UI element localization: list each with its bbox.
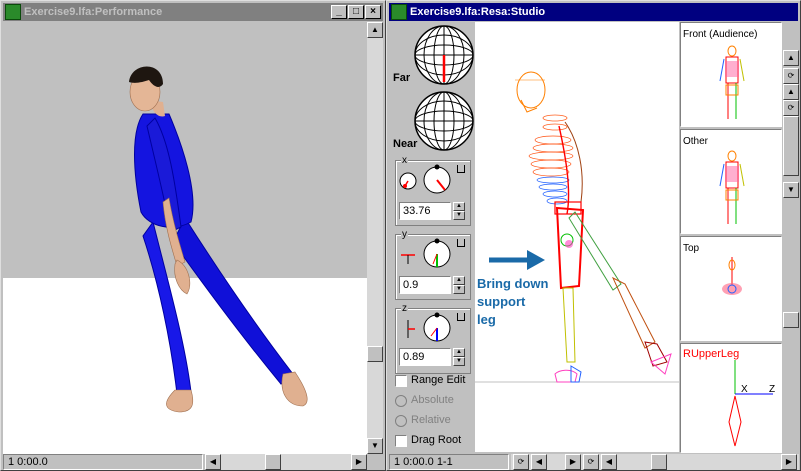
- performance-status: 1 0:00.0: [3, 454, 203, 470]
- performance-hscrollbar[interactable]: ◀ ▶: [205, 454, 367, 470]
- near-label: Near: [393, 138, 418, 150]
- x-small-dial-icon[interactable]: [397, 170, 419, 192]
- scroll-right-button[interactable]: ▶: [351, 454, 367, 470]
- drag-root-label: Drag Root: [411, 434, 462, 446]
- z-spin-up[interactable]: ▲: [453, 348, 465, 357]
- dancer-figure: [129, 66, 308, 413]
- studio-viewport[interactable]: Bring down support leg: [475, 22, 679, 452]
- scroll-up-button-2[interactable]: ▲: [783, 84, 799, 100]
- performance-titlebar[interactable]: Exercise9.lfa:Performance _ □ ×: [3, 3, 383, 21]
- z-axis-label: z: [401, 303, 408, 314]
- thumbnail-top-label: Top: [683, 243, 700, 254]
- studio-title: Exercise9.lfa:Resa:Studio: [410, 6, 546, 18]
- top-skeleton-thumb: [722, 257, 742, 295]
- x-lock-icon[interactable]: [457, 165, 465, 173]
- hscroll-thumb[interactable]: [651, 454, 667, 470]
- scroll-thumb-2[interactable]: [783, 312, 799, 328]
- annotation-line-3: leg: [477, 312, 496, 327]
- thumbnail-front-label: Front (Audience): [683, 29, 758, 40]
- performance-vscrollbar[interactable]: ▲ ▼: [367, 22, 383, 454]
- thumbnail-top[interactable]: Top: [680, 236, 782, 341]
- z-lock-icon[interactable]: [457, 313, 465, 321]
- joint-axis-x-label: X: [741, 384, 748, 395]
- maximize-button[interactable]: □: [348, 5, 364, 19]
- minimize-button[interactable]: _: [331, 5, 347, 19]
- hscroll-thumb[interactable]: [265, 454, 281, 470]
- thumbnail-other[interactable]: Other: [680, 129, 782, 234]
- performance-window[interactable]: Exercise9.lfa:Performance _ □ × ▲ ▼ 1 0:…: [0, 0, 386, 471]
- relative-label: Relative: [411, 414, 451, 426]
- scroll-up-button[interactable]: ▲: [367, 22, 383, 38]
- range-edit-label: Range Edit: [411, 374, 466, 386]
- scroll-left-button[interactable]: ◀: [601, 454, 617, 470]
- studio-vscrollbar[interactable]: ▲ ⟳ ▲ ⟳ ▼: [783, 22, 799, 452]
- scroll-thumb[interactable]: [783, 116, 799, 176]
- y-spin-up[interactable]: ▲: [453, 276, 465, 285]
- scroll-up-button[interactable]: ▲: [783, 50, 799, 66]
- control-panel: Far Near x 33.76 ▲ ▼ y 0.9 ▲ ▼ z 0.89 ▲ …: [389, 22, 475, 454]
- z-rotation-dial[interactable]: [421, 312, 453, 344]
- x-value-input[interactable]: 33.76: [399, 202, 451, 220]
- thumbnail-front[interactable]: Front (Audience): [680, 22, 782, 127]
- rotate-icon[interactable]: ⟳: [783, 68, 799, 84]
- y-small-axis-icon[interactable]: [397, 244, 419, 266]
- absolute-label: Absolute: [411, 394, 454, 406]
- thumbnail-other-label: Other: [683, 136, 709, 147]
- y-lock-icon[interactable]: [457, 239, 465, 247]
- front-skeleton-thumb: [719, 45, 745, 119]
- relative-radio[interactable]: [395, 415, 407, 427]
- studio-titlebar[interactable]: Exercise9.lfa:Resa:Studio: [389, 3, 798, 21]
- scroll-down-button[interactable]: ▼: [783, 182, 799, 198]
- z-small-axis-icon[interactable]: [397, 318, 419, 340]
- x-spin-up[interactable]: ▲: [453, 202, 465, 211]
- joint-axis-z-label: Z: [769, 384, 776, 395]
- scroll-right-button[interactable]: ▶: [781, 454, 797, 470]
- app-icon[interactable]: [391, 4, 407, 20]
- annotation-line-1: Bring down: [477, 276, 549, 291]
- close-button[interactable]: ×: [365, 5, 381, 19]
- studio-status: 1 0:00.0 1-1: [389, 454, 509, 470]
- rotate-icon[interactable]: ⟳: [513, 454, 529, 470]
- y-axis-label: y: [401, 229, 408, 240]
- annotation-line-2: support: [477, 294, 526, 309]
- near-view-sphere[interactable]: [413, 90, 475, 152]
- performance-title: Exercise9.lfa:Performance: [24, 6, 163, 18]
- app-icon[interactable]: [5, 4, 21, 20]
- x-axis-label: x: [401, 155, 408, 166]
- other-skeleton-thumb: [719, 150, 745, 224]
- skeleton-figure: [475, 71, 679, 383]
- y-rotation-dial[interactable]: [421, 238, 453, 270]
- z-spin-down[interactable]: ▼: [453, 357, 465, 366]
- y-spin-down[interactable]: ▼: [453, 285, 465, 294]
- far-view-sphere[interactable]: [413, 24, 475, 86]
- scroll-right-button[interactable]: ▶: [565, 454, 581, 470]
- y-value-input[interactable]: 0.9: [399, 276, 451, 294]
- z-value-input[interactable]: 0.89: [399, 348, 451, 366]
- x-spin-down[interactable]: ▼: [453, 211, 465, 220]
- drag-root-checkbox[interactable]: [395, 435, 407, 447]
- absolute-radio[interactable]: [395, 395, 407, 407]
- range-edit-checkbox[interactable]: [395, 375, 407, 387]
- scroll-left-button[interactable]: ◀: [205, 454, 221, 470]
- far-label: Far: [393, 72, 411, 84]
- scroll-thumb[interactable]: [367, 346, 383, 362]
- studio-window[interactable]: Exercise9.lfa:Resa:Studio Far Near x 33.…: [386, 0, 801, 471]
- studio-hscrollbar[interactable]: ⟳ ◀ ▶ ⟳ ◀ ▶: [511, 454, 799, 470]
- rotate-icon[interactable]: ⟳: [583, 454, 599, 470]
- thumbnail-joint[interactable]: RUpperLeg X Z: [680, 343, 782, 453]
- x-rotation-dial[interactable]: [421, 164, 453, 196]
- joint-axis-thumb: [728, 360, 773, 447]
- scroll-left-button[interactable]: ◀: [531, 454, 547, 470]
- performance-viewport[interactable]: [3, 22, 367, 454]
- rotate-icon[interactable]: ⟳: [783, 100, 799, 116]
- scroll-down-button[interactable]: ▼: [367, 438, 383, 454]
